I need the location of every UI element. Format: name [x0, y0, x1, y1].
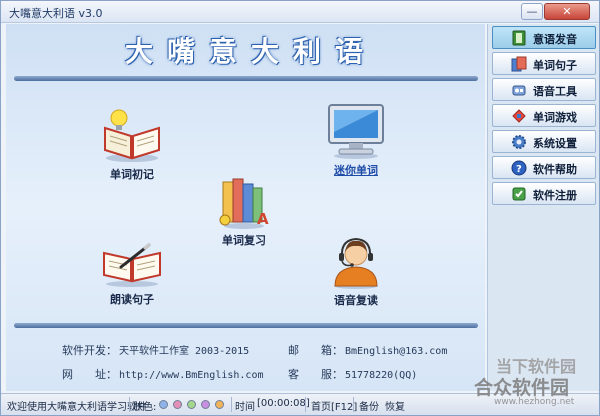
- status-separator: [305, 397, 306, 412]
- app-window: 大嘴意大利语 v3.0 — ✕ 大嘴意大利语 单词初记 迷你单词 A 单词复习 …: [0, 0, 600, 416]
- sidebar-item-settings[interactable]: 系统设置: [492, 130, 596, 153]
- sidebar-item-register[interactable]: 软件注册: [492, 182, 596, 205]
- skin-label: 肤色:: [133, 402, 157, 413]
- feature-label: 迷你单词: [334, 164, 378, 177]
- feature-voice-repeat[interactable]: 语音复读: [316, 234, 396, 308]
- title-bar: 大嘴意大利语 v3.0 — ✕: [1, 1, 599, 23]
- voice-tool-icon: [512, 85, 526, 96]
- sidebar-item-help[interactable]: ? 软件帮助: [492, 156, 596, 179]
- developer-info: 软件开发： 天平软件工作室 2003-2015: [62, 342, 249, 358]
- close-button[interactable]: ✕: [544, 3, 590, 20]
- email-value[interactable]: BmEnglish@163.com: [345, 346, 447, 357]
- email-label: 邮 箱：: [288, 344, 343, 357]
- sidebar-item-label: 软件注册: [533, 189, 577, 202]
- feature-label: 单词初记: [110, 168, 154, 181]
- sidebar-item-label: 软件帮助: [533, 163, 577, 176]
- website-value[interactable]: http://www.BmEnglish.com: [119, 370, 264, 381]
- sidebar-item-pronunciation[interactable]: 意语发音: [492, 26, 596, 49]
- service-info: 客 服： 51778220(QQ): [288, 366, 417, 382]
- sidebar-item-label: 单词游戏: [533, 111, 577, 124]
- settings-gear-icon: [512, 135, 526, 149]
- time-label: 时间: [235, 402, 255, 413]
- email-info: 邮 箱： BmEnglish@163.com: [288, 342, 447, 358]
- sidebar-item-voice-tool[interactable]: 语音工具: [492, 78, 596, 101]
- status-separator: [231, 397, 232, 412]
- feature-word-learn[interactable]: 单词初记: [92, 106, 172, 182]
- sidebar-item-label: 语音工具: [533, 85, 577, 98]
- books-stack-icon: A: [219, 178, 269, 229]
- main-panel: 大嘴意大利语 单词初记 迷你单词 A 单词复习 朗读句子 语音复读 软件开发： …: [6, 24, 485, 391]
- book-lightbulb-icon: [104, 109, 160, 162]
- svg-text:?: ?: [516, 164, 522, 175]
- sidebar-item-label: 意语发音: [533, 33, 577, 46]
- status-separator: [129, 397, 130, 412]
- service-value: 51778220(QQ): [345, 370, 418, 381]
- sidebar: 意语发音 单词句子 语音工具 单词游戏 系统设置 ? 软件帮助 软件注册: [487, 24, 599, 391]
- monitor-icon: [328, 104, 384, 159]
- developer-value: 天平软件工作室 2003-2015: [119, 346, 250, 357]
- headset-person-icon: [334, 237, 378, 289]
- watermark-line: www.hezhong.net: [494, 397, 575, 407]
- feature-label: 语音复读: [334, 294, 378, 307]
- window-title: 大嘴意大利语 v3.0: [9, 7, 103, 20]
- sidebar-item-word-sentence[interactable]: 单词句子: [492, 52, 596, 75]
- minimize-button[interactable]: —: [521, 3, 543, 20]
- svg-text:A: A: [257, 210, 269, 228]
- sidebar-item-word-game[interactable]: 单词游戏: [492, 104, 596, 127]
- help-question-icon: ?: [511, 160, 527, 176]
- backup-button[interactable]: 备份: [359, 398, 379, 413]
- watermark: 当下软件园 合众软件园 www.hezhong.net: [446, 353, 596, 411]
- status-welcome: 欢迎使用大嘴意大利语学习软件: [7, 402, 147, 413]
- sidebar-item-label: 单词句子: [533, 59, 577, 72]
- feature-read-sentences[interactable]: 朗读句子: [92, 239, 172, 307]
- word-game-icon: [512, 109, 526, 123]
- home-button[interactable]: 首页[F12]: [311, 398, 357, 413]
- register-icon: [512, 187, 526, 201]
- top-divider: [14, 76, 478, 81]
- developer-label: 软件开发：: [62, 344, 117, 357]
- skin-color-swatch[interactable]: [187, 400, 196, 409]
- bottom-divider: [14, 323, 478, 328]
- skin-color-swatch[interactable]: [215, 400, 224, 409]
- website-info: 网 址： http://www.BmEnglish.com: [62, 366, 264, 382]
- open-book-pen-icon: [103, 243, 161, 287]
- restore-button[interactable]: 恢复: [385, 398, 405, 413]
- feature-label: 朗读句子: [110, 293, 154, 306]
- feature-word-review[interactable]: A 单词复习: [206, 176, 282, 248]
- sidebar-item-label: 系统设置: [533, 137, 577, 150]
- time-value: [00:00:08]: [257, 398, 310, 409]
- skin-color-swatch[interactable]: [173, 400, 182, 409]
- skin-color-swatch[interactable]: [201, 400, 210, 409]
- skin-color-swatch[interactable]: [159, 400, 168, 409]
- service-label: 客 服：: [288, 368, 343, 381]
- website-label: 网 址：: [62, 368, 117, 381]
- word-sentence-icon: [511, 56, 527, 72]
- feature-label: 单词复习: [222, 234, 266, 247]
- status-separator: [353, 397, 354, 412]
- feature-mini-words[interactable]: 迷你单词: [316, 102, 396, 178]
- banner-title: 大嘴意大利语: [124, 35, 377, 68]
- watermark-line: 合众软件园: [474, 377, 570, 399]
- pronunciation-book-icon: [512, 30, 526, 46]
